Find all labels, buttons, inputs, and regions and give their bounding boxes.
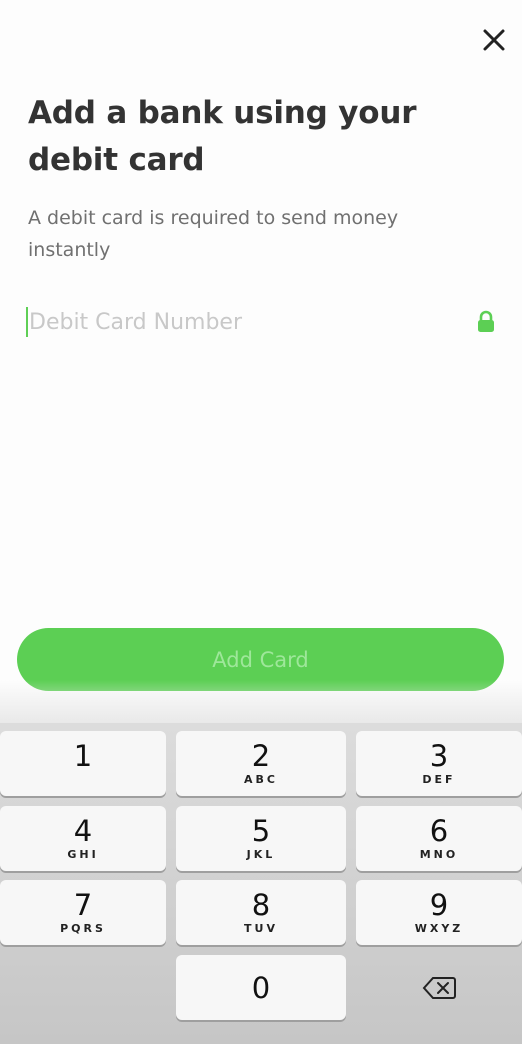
text-caret — [26, 307, 28, 337]
backspace-icon — [422, 976, 456, 999]
key-digit: 3 — [429, 738, 449, 773]
key-digit: 4 — [73, 813, 93, 848]
lock-icon — [476, 310, 496, 334]
key-digit: 6 — [429, 813, 449, 848]
key-9[interactable]: 9 WXYZ — [356, 880, 522, 945]
key-5[interactable]: 5 JKL — [176, 806, 346, 871]
key-1[interactable]: 1 — [0, 731, 166, 796]
key-8[interactable]: 8 TUV — [176, 880, 346, 945]
key-3[interactable]: 3 DEF — [356, 731, 522, 796]
key-letters: GHI — [67, 847, 99, 861]
numeric-keypad: 1 2 ABC 3 DEF 4 GHI 5 JKL 6 MNO 7 PQRS 8 — [0, 723, 522, 1044]
key-digit: 1 — [73, 738, 93, 773]
close-icon — [483, 29, 505, 51]
key-letters: DEF — [422, 772, 456, 786]
key-letters: MNO — [419, 847, 459, 861]
debit-card-number-input[interactable] — [29, 309, 468, 335]
key-digit: 5 — [251, 813, 271, 848]
key-letters: WXYZ — [414, 921, 464, 935]
key-0[interactable]: 0 — [176, 955, 346, 1020]
page-title: Add a bank using your debit card — [28, 95, 417, 178]
keyboard-fade — [0, 680, 522, 723]
key-letters: PQRS — [60, 921, 106, 935]
key-letters: TUV — [244, 921, 278, 935]
key-2[interactable]: 2 ABC — [176, 731, 346, 796]
key-letters: JKL — [246, 847, 276, 861]
key-digit: 0 — [251, 970, 271, 1005]
key-7[interactable]: 7 PQRS — [0, 880, 166, 945]
debit-card-field[interactable] — [26, 300, 496, 344]
key-6[interactable]: 6 MNO — [356, 806, 522, 871]
key-letters: ABC — [244, 772, 278, 786]
add-debit-card-screen: Add a bank using your debit card A debit… — [0, 0, 522, 1044]
close-button[interactable] — [476, 22, 512, 58]
delete-key[interactable] — [356, 955, 522, 1020]
page-subtitle: A debit card is required to send money i… — [28, 207, 399, 261]
key-digit: 2 — [251, 738, 271, 773]
key-digit: 9 — [429, 887, 449, 922]
key-4[interactable]: 4 GHI — [0, 806, 166, 871]
key-digit: 8 — [251, 887, 271, 922]
key-digit: 7 — [73, 887, 93, 922]
